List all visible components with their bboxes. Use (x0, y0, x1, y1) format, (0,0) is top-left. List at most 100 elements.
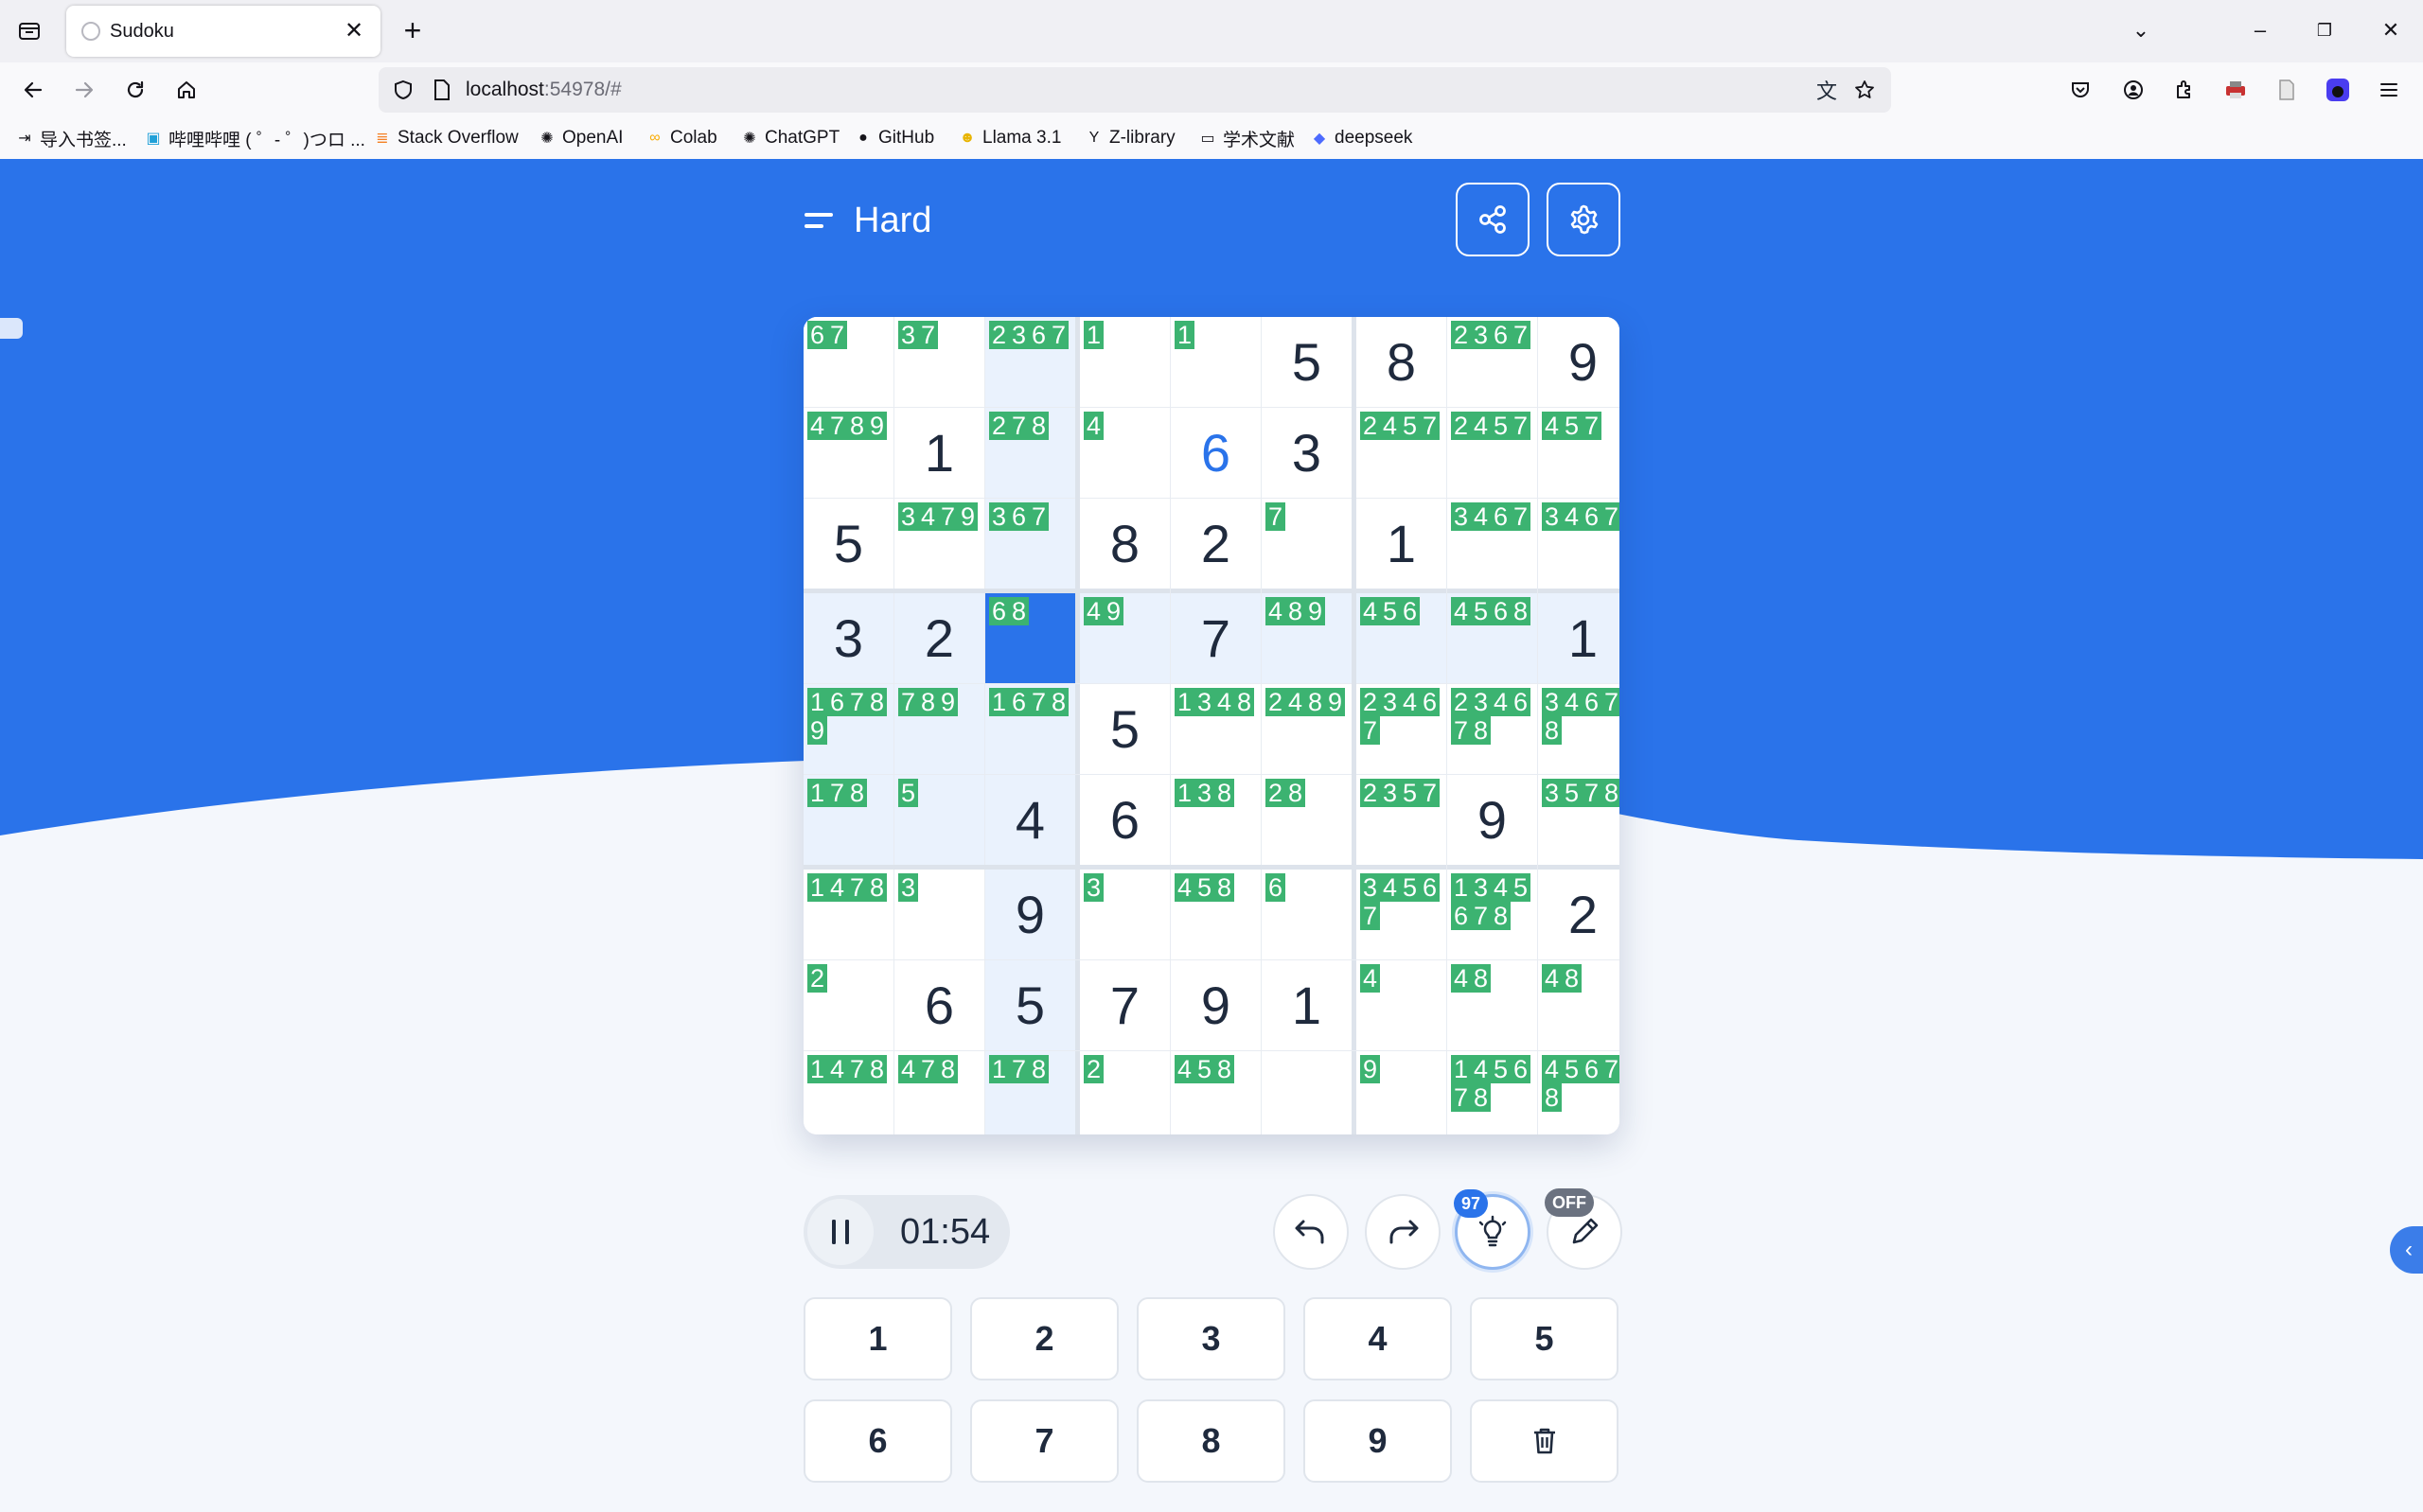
cell-r9c2[interactable]: 478 (894, 1051, 984, 1134)
new-tab-button[interactable]: + (396, 13, 430, 47)
cell-r2c7[interactable]: 2457 (1356, 408, 1446, 498)
tab-sudoku[interactable]: Sudoku ✕ (66, 6, 380, 57)
cell-r6c6[interactable]: 28 (1262, 775, 1352, 865)
cell-r6c1[interactable]: 178 (804, 775, 893, 865)
cell-r8c2[interactable]: 6 (894, 960, 984, 1050)
cell-r2c2[interactable]: 1 (894, 408, 984, 498)
key-2[interactable]: 2 (970, 1297, 1119, 1380)
cell-r5c4[interactable]: 5 (1080, 684, 1170, 774)
key-1[interactable]: 1 (804, 1297, 952, 1380)
cell-r9c7[interactable]: 9 (1356, 1051, 1446, 1134)
cell-r8c9[interactable]: 48 (1538, 960, 1619, 1050)
cell-r8c3[interactable]: 5 (985, 960, 1075, 1050)
cell-r6c7[interactable]: 2357 (1356, 775, 1446, 865)
bookmark-stackoverflow[interactable]: ≣ Stack Overflow (373, 127, 518, 149)
bookmark-llama[interactable]: ☻ Llama 3.1 (958, 127, 1062, 149)
cell-r5c7[interactable]: 2346 7 (1356, 684, 1446, 774)
cell-r2c9[interactable]: 457 (1538, 408, 1619, 498)
cell-r7c2[interactable]: 3 (894, 870, 984, 959)
bookmark-zlibrary[interactable]: Y Z-library (1085, 127, 1176, 149)
key-3[interactable]: 3 (1137, 1297, 1285, 1380)
key-6[interactable]: 6 (804, 1399, 952, 1483)
cell-r1c6[interactable]: 5 (1262, 317, 1352, 407)
key-4[interactable]: 4 (1303, 1297, 1452, 1380)
cell-r1c4[interactable]: 1 (1080, 317, 1170, 407)
share-button[interactable] (1456, 183, 1530, 256)
restore-window-icon[interactable]: ❐ (2306, 13, 2343, 47)
key-8[interactable]: 8 (1137, 1399, 1285, 1483)
back-button[interactable] (15, 72, 51, 108)
cell-r7c9[interactable]: 2 (1538, 870, 1619, 959)
tracking-protection-shield-icon[interactable] (392, 79, 415, 101)
cell-r4c7[interactable]: 456 (1356, 593, 1446, 683)
cell-r3c7[interactable]: 1 (1356, 499, 1446, 589)
menu-icon[interactable] (805, 209, 833, 232)
document-extension-icon[interactable] (2270, 73, 2304, 107)
extensions-puzzle-icon[interactable] (2167, 73, 2202, 107)
cell-r7c3[interactable]: 9 (985, 870, 1075, 959)
cell-r8c1[interactable]: 2 (804, 960, 893, 1050)
cell-r7c1[interactable]: 1478 (804, 870, 893, 959)
forward-button[interactable] (66, 72, 102, 108)
cell-r9c6[interactable] (1262, 1051, 1352, 1134)
cell-r1c1[interactable]: 67 (804, 317, 893, 407)
ai-extension-icon[interactable] (2321, 73, 2355, 107)
reload-button[interactable] (117, 72, 153, 108)
cell-r6c2[interactable]: 5 (894, 775, 984, 865)
cell-r6c3[interactable]: 4 (985, 775, 1075, 865)
redo-button[interactable] (1365, 1194, 1441, 1270)
cell-r4c2[interactable]: 2 (894, 593, 984, 683)
close-window-icon[interactable]: ✕ (2372, 13, 2410, 47)
printer-extension-icon[interactable] (2219, 73, 2253, 107)
app-menu-icon[interactable] (2372, 73, 2406, 107)
cell-r9c3[interactable]: 178 (985, 1051, 1075, 1134)
settings-button[interactable] (1547, 183, 1620, 256)
cell-r5c5[interactable]: 1348 (1171, 684, 1261, 774)
cell-r8c4[interactable]: 7 (1080, 960, 1170, 1050)
cell-r6c4[interactable]: 6 (1080, 775, 1170, 865)
cell-r2c8[interactable]: 2457 (1447, 408, 1537, 498)
cell-r3c9[interactable]: 3467 (1538, 499, 1619, 589)
bookmark-star-icon[interactable] (1851, 77, 1878, 103)
page-info-icon[interactable] (432, 79, 452, 101)
cell-r3c1[interactable]: 5 (804, 499, 893, 589)
cell-r5c1[interactable]: 1678 9 (804, 684, 893, 774)
erase-button[interactable] (1470, 1399, 1618, 1483)
cell-r5c8[interactable]: 2346 78 (1447, 684, 1537, 774)
tab-list-button[interactable] (13, 15, 45, 47)
cell-r7c4[interactable]: 3 (1080, 870, 1170, 959)
hint-button[interactable]: 97 (1454, 1189, 1530, 1270)
key-9[interactable]: 9 (1303, 1399, 1452, 1483)
bookmark-folder-academic[interactable]: ▭ 学术文献 (1198, 127, 1295, 150)
cell-r5c3[interactable]: 1678 (985, 684, 1075, 774)
bookmark-colab[interactable]: ∞ Colab (646, 127, 716, 149)
pocket-icon[interactable] (2063, 73, 2097, 107)
cell-r3c5[interactable]: 2 (1171, 499, 1261, 589)
cell-r8c5[interactable]: 9 (1171, 960, 1261, 1050)
cell-r1c2[interactable]: 37 (894, 317, 984, 407)
home-button[interactable] (168, 72, 204, 108)
bookmark-chatgpt[interactable]: ✺ ChatGPT (740, 127, 840, 149)
cell-r5c9[interactable]: 3467 8 (1538, 684, 1619, 774)
pause-button[interactable] (807, 1199, 874, 1265)
cell-r3c3[interactable]: 367 (985, 499, 1075, 589)
undo-button[interactable] (1273, 1194, 1349, 1270)
cell-r1c3[interactable]: 2367 (985, 317, 1075, 407)
bookmark-deepseek[interactable]: ◆ deepseek (1310, 127, 1413, 149)
cell-r6c8[interactable]: 9 (1447, 775, 1537, 865)
cell-r4c9[interactable]: 1 (1538, 593, 1619, 683)
translate-icon[interactable]: 文 (1813, 77, 1840, 103)
cell-r3c6[interactable]: 7 (1262, 499, 1352, 589)
cell-r9c1[interactable]: 1478 (804, 1051, 893, 1134)
cell-r4c1[interactable]: 3 (804, 593, 893, 683)
bookmark-openai[interactable]: ✺ OpenAI (538, 127, 623, 149)
cell-r1c8[interactable]: 2367 (1447, 317, 1537, 407)
cell-r9c8[interactable]: 1456 78 (1447, 1051, 1537, 1134)
cell-r3c2[interactable]: 3479 (894, 499, 984, 589)
cell-r9c5[interactable]: 458 (1171, 1051, 1261, 1134)
tab-overflow-chevron-icon[interactable]: ⌄ (2122, 13, 2160, 47)
cell-r2c1[interactable]: 4789 (804, 408, 893, 498)
minimize-window-icon[interactable]: – (2241, 13, 2279, 47)
cell-r7c5[interactable]: 458 (1171, 870, 1261, 959)
cell-r1c7[interactable]: 8 (1356, 317, 1446, 407)
